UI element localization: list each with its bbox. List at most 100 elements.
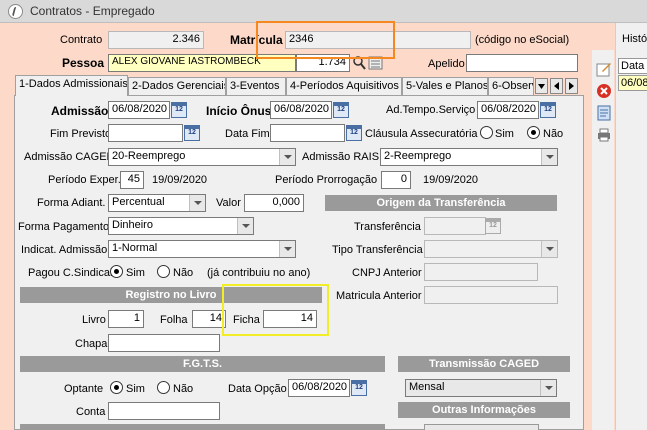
calendar-icon[interactable]: 12	[171, 102, 187, 118]
history-row[interactable]: 06/08	[618, 75, 647, 91]
fgts-header: F.G.T.S.	[20, 356, 385, 372]
matricula-anterior-field[interactable]	[424, 286, 558, 304]
tipo-transferencia-select[interactable]	[424, 240, 558, 258]
tab-eventos[interactable]: 3-Eventos	[226, 77, 286, 96]
adm-rais-label: Admissão RAIS	[302, 151, 380, 163]
periodo-exper-date: 19/09/2020	[152, 174, 208, 186]
matricula-highlight	[256, 21, 395, 59]
folha-field[interactable]: 14	[192, 310, 226, 328]
tab-prev-icon[interactable]	[550, 78, 563, 94]
optante-nao-label: Não	[173, 383, 194, 395]
chevron-down-icon[interactable]	[541, 241, 557, 257]
chevron-down-icon[interactable]	[189, 195, 205, 211]
history-col-header[interactable]: Data	[618, 58, 647, 74]
tipo-transferencia-label: Tipo Transferência	[332, 244, 423, 256]
forma-adiant-select[interactable]: Percentual	[108, 194, 206, 212]
periodo-prorrog-field[interactable]: 0	[381, 171, 411, 189]
calendar-icon[interactable]: 12	[540, 102, 556, 118]
cnpj-anterior-label: CNPJ Anterior	[352, 267, 422, 279]
history-panel: Histó Data 06/08	[615, 23, 647, 430]
history-col-label: Data	[621, 60, 645, 72]
conta-field[interactable]	[108, 402, 220, 420]
optante-sim-radio[interactable]	[110, 381, 123, 394]
cnpj-anterior-field[interactable]	[424, 263, 538, 281]
pagou-sim-label: Sim	[126, 267, 145, 279]
pagou-nao-radio[interactable]	[157, 265, 170, 278]
document-icon[interactable]	[596, 105, 612, 121]
forma-adiant-value: Percentual	[112, 196, 165, 208]
adm-rais-select[interactable]: 2-Reemprego	[380, 148, 558, 166]
edit-icon[interactable]	[596, 61, 612, 77]
bottom-button[interactable]	[424, 424, 539, 430]
origem-transferencia-header: Origem da Transferência	[325, 195, 557, 211]
tab-next-icon[interactable]	[565, 78, 578, 94]
admissao-label: Admissão	[51, 104, 109, 118]
chapa-label: Chapa	[75, 338, 108, 350]
indicat-label: Indicat. Admissão	[21, 244, 108, 256]
caged-select[interactable]: Mensal	[405, 379, 557, 397]
adm-caged-label: Admissão CAGED	[24, 151, 115, 163]
fim-previsto-label: Fim Previsto	[50, 128, 112, 140]
transmissao-caged-header: Transmissão CAGED	[398, 356, 570, 372]
apelido-label: Apelido	[428, 58, 465, 70]
inicio-onus-label: Início Ônus	[206, 104, 272, 118]
ficha-highlight	[222, 284, 329, 336]
app-icon	[8, 4, 23, 19]
transferencia-field[interactable]	[424, 217, 486, 235]
transferencia-label: Transferência	[354, 221, 421, 233]
tab-observacoes[interactable]: 6-Observ	[488, 77, 534, 96]
clausula-nao-radio[interactable]	[527, 126, 540, 139]
pagou-label: Pagou C.Sindical	[28, 267, 113, 279]
inicio-onus-field[interactable]: 06/08/2020	[270, 101, 332, 119]
calendar-icon[interactable]: 12	[351, 380, 367, 396]
calendar-icon[interactable]: 12	[333, 102, 349, 118]
chevron-down-icon[interactable]	[279, 241, 295, 257]
calendar-icon[interactable]: 12	[346, 125, 362, 141]
fim-previsto-field[interactable]	[108, 124, 183, 142]
pagou-nao-label: Não	[173, 267, 194, 279]
tab-dados-admissionais[interactable]: 1-Dados Admissionais	[15, 75, 128, 96]
clausula-label: Cláusula Assecuratória	[365, 128, 478, 140]
tab-dropdown-icon[interactable]	[535, 78, 548, 94]
forma-pag-select[interactable]: Dinheiro	[108, 217, 254, 235]
window-title: Contratos - Empregado	[30, 4, 155, 18]
livro-label: Livro	[82, 314, 106, 326]
history-row-value: 06/08	[621, 77, 647, 89]
print-icon[interactable]	[596, 127, 612, 143]
chevron-down-icon[interactable]	[540, 380, 556, 396]
chapa-field[interactable]	[108, 334, 220, 352]
forma-pag-value: Dinheiro	[112, 219, 153, 231]
valor-label: Valor	[216, 197, 241, 209]
contrato-field[interactable]: 2.346	[108, 31, 204, 49]
admissao-field[interactable]: 06/08/2020	[108, 101, 170, 119]
pagou-sim-radio[interactable]	[110, 265, 123, 278]
data-opcao-field[interactable]: 06/08/2020	[288, 379, 350, 397]
livro-field[interactable]: 1	[108, 310, 144, 328]
valor-field[interactable]: 0,000	[244, 194, 304, 212]
tab-vales-planos[interactable]: 5-Vales e Planos	[402, 77, 488, 96]
outras-informacoes-header: Outras Informações	[398, 402, 570, 418]
calendar-icon[interactable]: 12	[184, 125, 200, 141]
clausula-sim-radio[interactable]	[480, 126, 493, 139]
adm-caged-select[interactable]: 20-Reemprego	[108, 148, 296, 166]
indicat-select[interactable]: 1-Normal	[108, 240, 296, 258]
apelido-field[interactable]	[466, 54, 578, 72]
optante-label: Optante	[64, 383, 104, 395]
tab-dados-gerenciais[interactable]: 2-Dados Gerenciais	[128, 77, 226, 96]
chevron-down-icon[interactable]	[237, 218, 253, 234]
tab-periodos-aquisitivos[interactable]: 4-Períodos Aquisitivos	[286, 77, 402, 96]
data-fim-field[interactable]	[270, 124, 345, 142]
periodo-prorrog-date: 19/09/2020	[423, 174, 479, 186]
chevron-down-icon[interactable]	[279, 149, 295, 165]
clausula-nao-label: Não	[543, 128, 564, 140]
periodo-exper-field[interactable]: 45	[120, 171, 144, 189]
chevron-down-icon[interactable]	[541, 149, 557, 165]
ad-tempo-field[interactable]: 06/08/2020	[477, 101, 539, 119]
delete-icon[interactable]	[596, 83, 612, 99]
tab-label: 6-Observ	[492, 80, 534, 92]
optante-nao-radio[interactable]	[157, 381, 170, 394]
bottom-section-header	[20, 424, 385, 430]
optante-sim-label: Sim	[126, 383, 145, 395]
periodo-exper-label: Período Exper.	[48, 174, 121, 186]
calendar-icon[interactable]: 12	[485, 218, 501, 234]
